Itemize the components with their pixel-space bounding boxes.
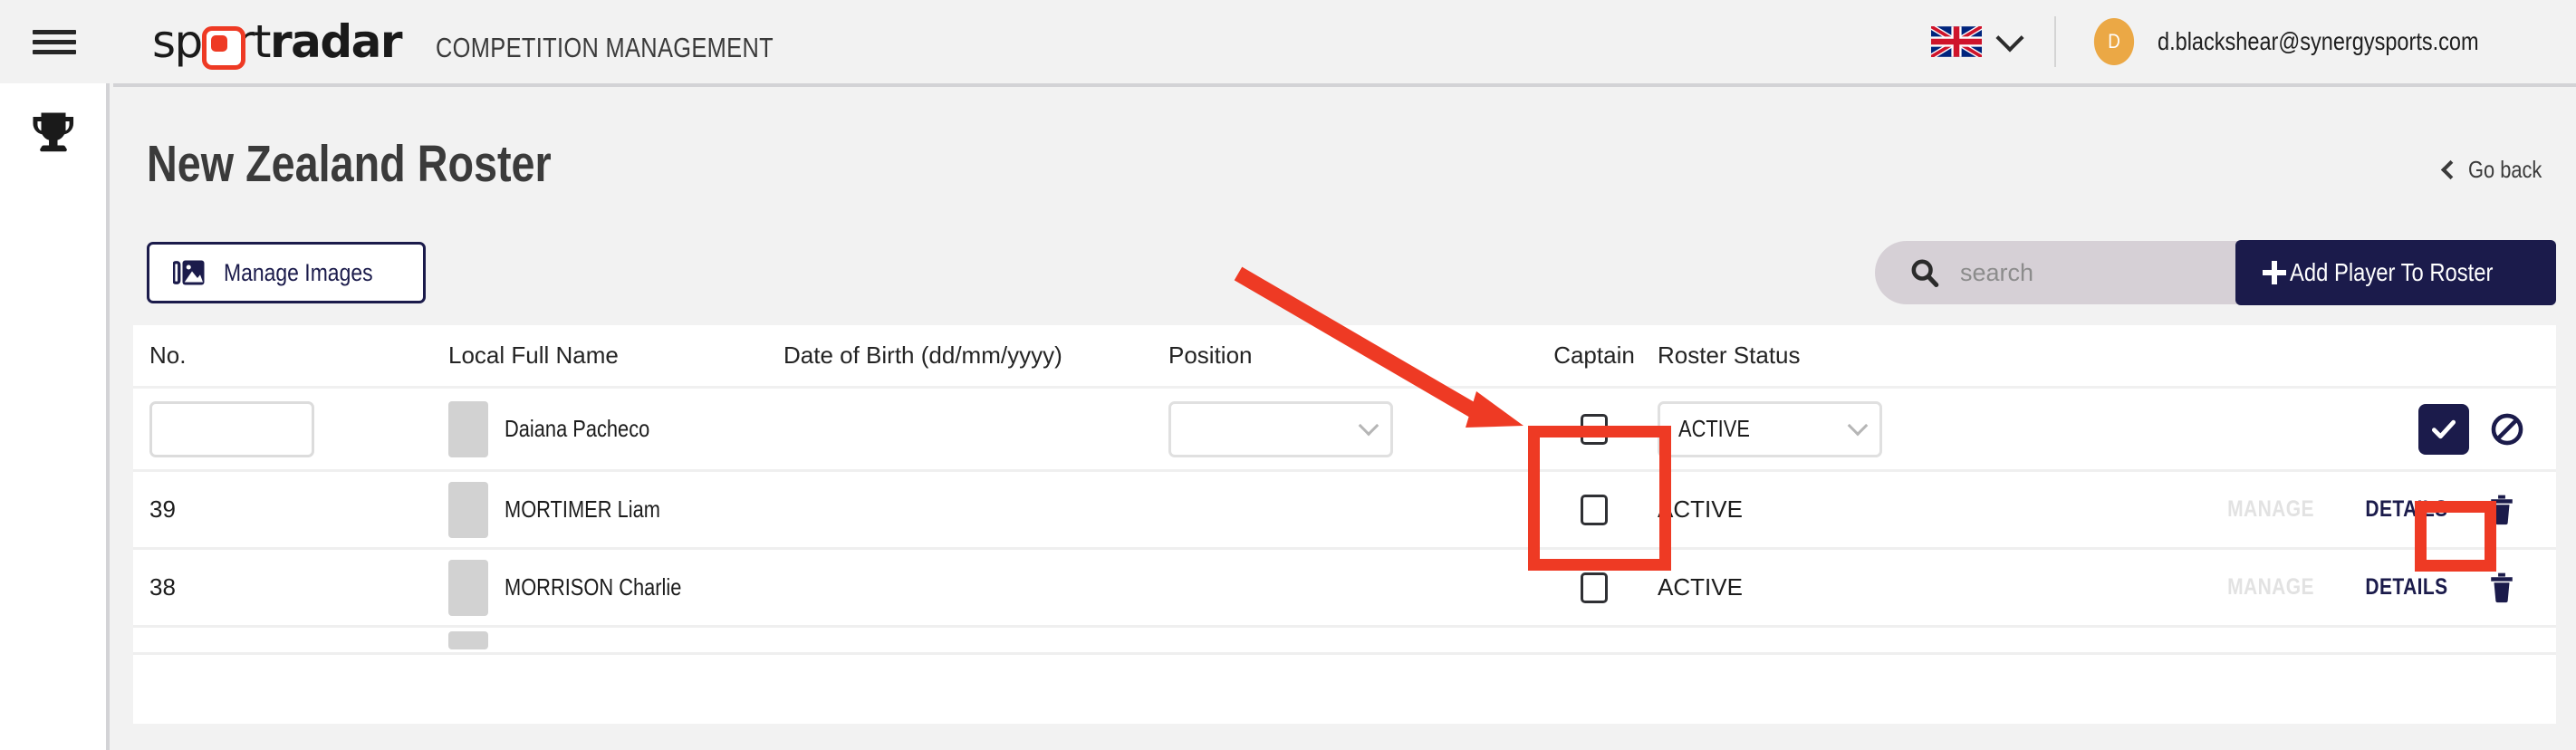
hamburger-bar	[33, 29, 76, 34]
player-name-cell: MORTIMER Liam	[448, 481, 783, 538]
confirm-edit-button[interactable]	[2418, 403, 2469, 455]
search-box[interactable]	[1875, 241, 2287, 304]
images-icon	[173, 260, 205, 285]
language-selector[interactable]	[1930, 23, 2054, 57]
player-name: MORTIMER Liam	[505, 495, 660, 523]
player-number: 38	[149, 573, 176, 601]
logo-text-radar: radar	[269, 15, 403, 68]
app-title: COMPETITION MANAGEMENT	[436, 32, 774, 63]
manage-images-label: Manage Images	[224, 258, 373, 286]
chevron-down-icon	[1995, 23, 2024, 53]
sidebar-item-competitions[interactable]	[0, 83, 106, 183]
player-name-cell	[448, 630, 783, 649]
user-menu[interactable]: D d.blackshear@synergysports.com	[2056, 18, 2576, 65]
chevron-down-icon	[1847, 415, 1869, 436]
table-row[interactable]: 38 MORRISON Charlie ACTIVE MANAGE DETAIL…	[133, 550, 2556, 628]
delete-player-button[interactable]	[2475, 495, 2529, 525]
position-select[interactable]	[1168, 400, 1393, 457]
player-roster-status: ACTIVE	[1658, 495, 1743, 523]
top-bar-right: D d.blackshear@synergysports.com	[1930, 0, 2576, 83]
table-body: 39 MORTIMER Liam ACTIVE MANAGE DETAILS 3…	[133, 472, 2556, 628]
table-row[interactable]: 39 MORTIMER Liam ACTIVE MANAGE DETAILS	[133, 472, 2556, 550]
column-header-position: Position	[1168, 341, 1253, 369]
captain-checkbox[interactable]	[1581, 413, 1608, 445]
details-link[interactable]: DETAILS	[2350, 574, 2464, 601]
roster-status-value: ACTIVE	[1678, 415, 1750, 442]
sidebar	[0, 83, 110, 750]
column-header-roster-status: Roster Status	[1658, 341, 1801, 369]
captain-cell	[1531, 413, 1658, 445]
go-back-label: Go back	[2468, 156, 2542, 183]
table-header-row: No. Local Full Name Date of Birth (dd/mm…	[133, 325, 2556, 389]
column-header-local-full-name: Local Full Name	[448, 341, 619, 369]
manage-images-button[interactable]: Manage Images	[147, 242, 426, 303]
logo-o-icon	[201, 26, 245, 70]
table-row-edit: Daiana Pacheco ACTIVE	[133, 389, 2556, 472]
main-content: New Zealand Roster Go back Manage Images	[113, 83, 2576, 750]
chevron-left-icon	[2441, 159, 2461, 180]
chevron-down-icon	[1358, 415, 1379, 436]
table-row-partial[interactable]	[133, 628, 2556, 655]
jersey-number-input[interactable]	[149, 400, 314, 457]
cancel-edit-button[interactable]	[2482, 404, 2533, 455]
player-roster-status: ACTIVE	[1658, 573, 1743, 601]
page-title: New Zealand Roster	[147, 135, 552, 193]
player-name-cell: Daiana Pacheco	[448, 400, 783, 457]
ban-icon	[2491, 413, 2523, 445]
column-header-no: No.	[149, 341, 187, 369]
roster-status-select[interactable]: ACTIVE	[1658, 400, 1882, 457]
player-name: Daiana Pacheco	[505, 415, 650, 442]
player-name-cell: MORRISON Charlie	[448, 559, 783, 616]
manage-link[interactable]: MANAGE	[2214, 574, 2328, 601]
user-email-label: d.blackshear@synergysports.com	[2157, 27, 2479, 55]
manage-link[interactable]: MANAGE	[2214, 496, 2328, 523]
player-photo-placeholder	[448, 481, 488, 538]
brand-area[interactable]: sp rtradar COMPETITION MANAGEMENT	[152, 15, 848, 70]
sportradar-logo[interactable]: sp rtradar	[152, 15, 403, 70]
captain-cell	[1531, 572, 1658, 603]
trash-icon	[2491, 495, 2513, 524]
captain-cell	[1531, 494, 1658, 525]
player-photo-placeholder	[448, 559, 488, 616]
hamburger-bar	[33, 49, 76, 54]
trash-icon	[2491, 572, 2513, 602]
hamburger-menu-icon[interactable]	[0, 0, 109, 83]
column-header-date-of-birth: Date of Birth (dd/mm/yyyy)	[783, 341, 1062, 369]
check-icon	[2431, 419, 2456, 438]
column-header-captain: Captain	[1553, 341, 1635, 369]
toolbar: Manage Images Add Player To Roster	[133, 236, 2556, 312]
avatar: D	[2093, 18, 2134, 65]
player-photo-placeholder	[448, 400, 488, 457]
roster-table: No. Local Full Name Date of Birth (dd/mm…	[133, 325, 2556, 724]
trophy-icon	[33, 112, 73, 152]
captain-checkbox[interactable]	[1581, 572, 1608, 603]
player-name: MORRISON Charlie	[505, 573, 682, 601]
search-icon	[1911, 259, 1939, 288]
hamburger-bar	[33, 39, 76, 44]
go-back-link[interactable]: Go back	[2441, 156, 2556, 184]
add-player-to-roster-button[interactable]: Add Player To Roster	[2235, 240, 2556, 305]
player-number: 39	[149, 495, 176, 523]
page-header: New Zealand Roster Go back	[113, 87, 2576, 236]
logo-text-sp: sp	[152, 15, 203, 68]
delete-player-button[interactable]	[2475, 572, 2529, 603]
uk-flag-icon	[1930, 26, 1982, 57]
plus-icon	[2262, 261, 2286, 284]
details-link[interactable]: DETAILS	[2350, 496, 2464, 523]
top-bar: sp rtradar COMPETITION MANAGEMENT D d.bla…	[0, 0, 2576, 83]
player-photo-placeholder	[448, 630, 488, 649]
add-player-label: Add Player To Roster	[2289, 258, 2494, 286]
captain-checkbox[interactable]	[1581, 494, 1608, 525]
